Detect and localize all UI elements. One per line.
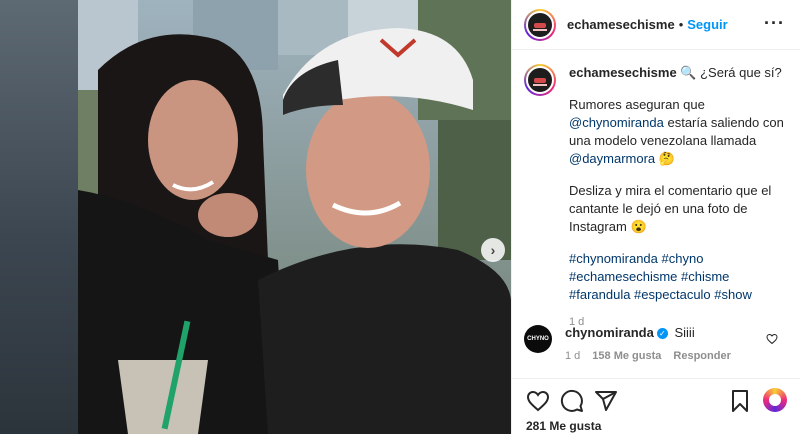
avatar-image <box>526 66 554 94</box>
instagram-post-viewer: › echamesechisme • Seguir ··· echamesech… <box>0 0 800 434</box>
caption-line1: 🔍 ¿Será que sí? <box>680 65 782 80</box>
comment-item: CHYNO chynomiranda ✓ Siiii 1 d 158 Me gus… <box>524 325 789 362</box>
verified-icon: ✓ <box>656 328 668 340</box>
follow-button[interactable]: Seguir <box>687 17 727 32</box>
avatar-image <box>526 10 554 39</box>
action-bar: 281 Me gusta <box>512 378 800 434</box>
comment-like-heart-icon[interactable] <box>766 333 778 345</box>
more-options-icon[interactable]: ··· <box>764 14 785 32</box>
comment-likes[interactable]: 158 Me gusta <box>592 350 661 362</box>
comment-age: 1 d <box>565 350 581 362</box>
backdrop <box>0 0 78 434</box>
commenter-avatar[interactable]: CHYNO <box>524 325 552 353</box>
commenter-username[interactable]: chynomiranda <box>565 325 654 340</box>
caption-username[interactable]: echamesechisme <box>569 65 677 80</box>
caption-paragraph-1: Rumores aseguran que @chynomiranda estar… <box>569 96 789 168</box>
reply-button[interactable]: Responder <box>673 350 730 362</box>
mention-link[interactable]: @daymarmora <box>569 151 655 166</box>
like-count[interactable]: 281 Me gusta <box>526 419 601 433</box>
comment-text: Siiii <box>674 325 695 340</box>
caption-text: Rumores aseguran que <box>569 97 705 112</box>
share-icon[interactable] <box>594 389 618 413</box>
post-photo[interactable] <box>78 0 511 434</box>
next-photo-button[interactable]: › <box>481 238 505 262</box>
account-avatar[interactable] <box>524 8 556 41</box>
caption-paragraph-2: Desliza y mira el comentario que el cant… <box>569 182 789 236</box>
comment-meta: 1 d 158 Me gusta Responder <box>565 350 731 362</box>
comment-icon[interactable] <box>560 389 584 413</box>
chevron-right-icon: › <box>490 242 496 258</box>
heart-icon[interactable] <box>526 389 550 413</box>
header-username[interactable]: echamesechisme <box>567 17 675 32</box>
caption-text: Desliza y mira el comentario que el cant… <box>569 183 772 234</box>
thinking-emoji: 🤔 <box>658 151 675 166</box>
selfie-illustration <box>78 0 511 434</box>
caption-avatar[interactable] <box>524 64 556 96</box>
hashtag-list[interactable]: #chynomiranda #chyno #echamesechisme #ch… <box>569 250 789 304</box>
post-header: echamesechisme • Seguir ··· <box>512 0 800 50</box>
post-caption: echamesechisme 🔍 ¿Será que sí? Rumores a… <box>524 64 789 331</box>
surprised-emoji: 😮 <box>630 219 647 234</box>
bookmark-icon[interactable] <box>728 389 752 413</box>
mention-link[interactable]: @chynomiranda <box>569 115 664 130</box>
post-side-panel: echamesechisme • Seguir ··· echamesechis… <box>511 0 800 434</box>
gift-icon[interactable] <box>763 388 787 412</box>
separator-dot: • <box>678 17 684 32</box>
